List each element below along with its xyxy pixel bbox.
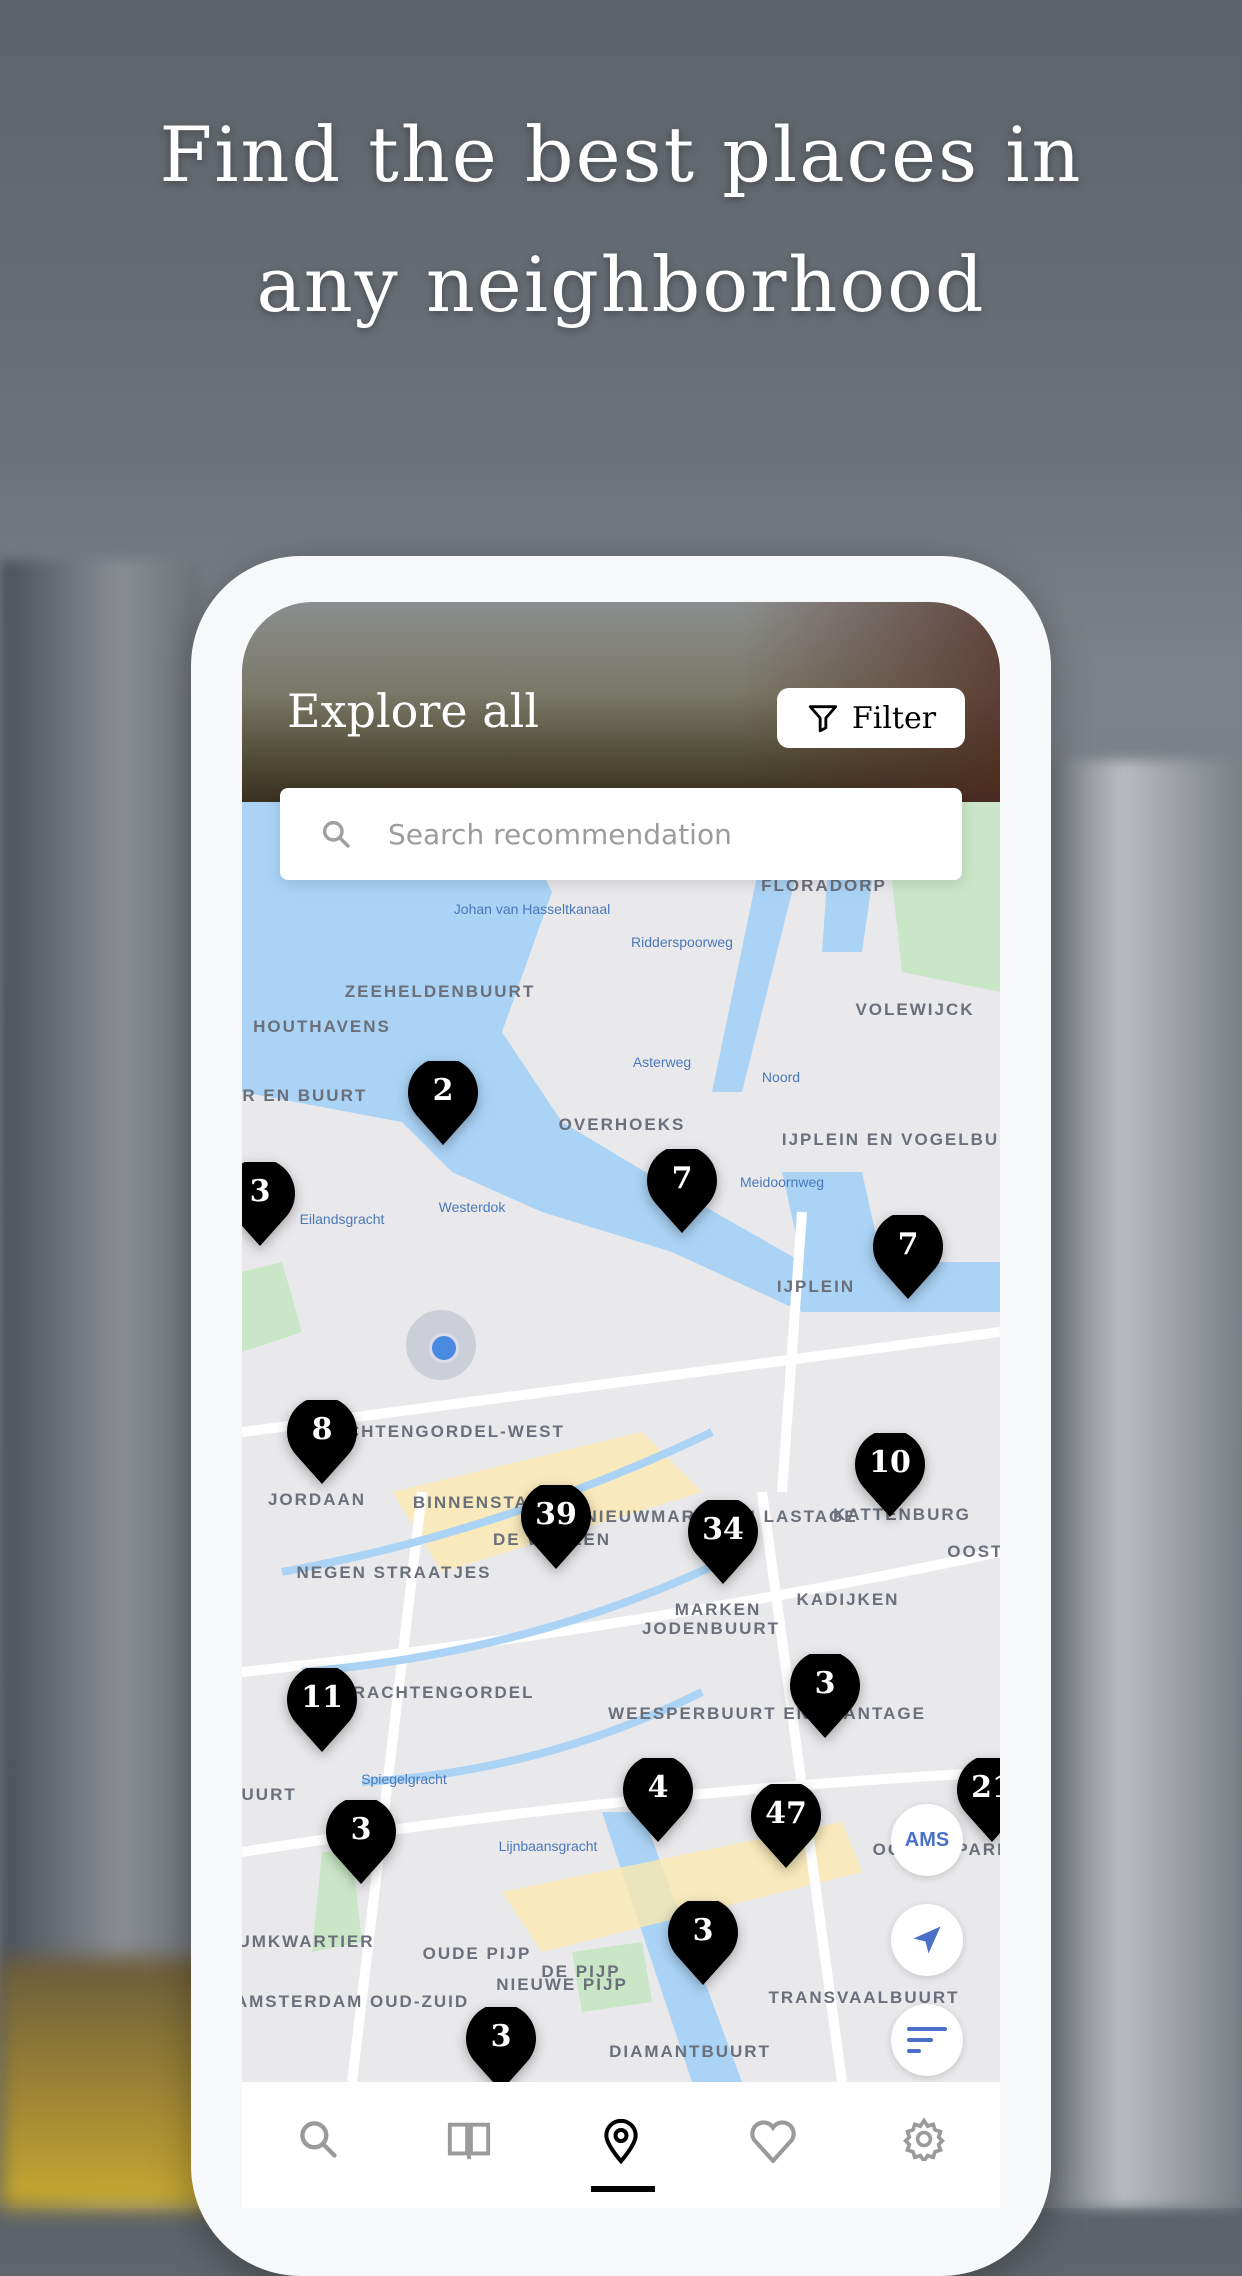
map-cluster-pin[interactable]: 7 <box>647 1149 717 1233</box>
map-label: OOSTE <box>947 1542 1000 1561</box>
pin-count: 8 <box>311 1412 333 1447</box>
search-bar[interactable] <box>280 788 962 880</box>
map-label: Asterweg <box>632 1054 692 1070</box>
pin-count: 34 <box>702 1512 744 1547</box>
pin-count: 47 <box>765 1796 807 1831</box>
nav-guides[interactable] <box>439 2117 499 2177</box>
heart-icon <box>749 2120 796 2163</box>
map-cluster-pin[interactable]: 10 <box>855 1433 925 1517</box>
map-label: Spiegelgracht <box>361 1771 447 1787</box>
map-cluster-pin[interactable]: 39 <box>521 1485 591 1569</box>
gear-icon <box>903 2117 946 2161</box>
nav-map[interactable] <box>591 2117 651 2177</box>
map-label: DIAMANTBUURT <box>609 2042 771 2061</box>
map-label: VOLEWIJCK <box>855 1000 975 1019</box>
map-label: Johan van Hasseltkanaal <box>453 901 611 917</box>
pin-count: 4 <box>647 1770 669 1805</box>
map-label: HOUTHAVENS <box>253 1017 391 1036</box>
sort-icon <box>907 2027 947 2053</box>
map-cluster-pin[interactable]: 3 <box>326 1800 396 1884</box>
map-label: WEESPERBUURT EN PLANTAGE <box>608 1704 926 1723</box>
map-label: NEGEN STRAATJES <box>296 1563 492 1582</box>
map-label: IJPLEIN EN VOGELBUURT <box>781 1130 1000 1149</box>
phone-screen: FLORADORP Johan van Hasseltkanaal ZEEHELDE… <box>242 602 1000 2208</box>
map-label: GRACHTENGORDEL <box>337 1683 535 1702</box>
pin-count: 39 <box>535 1497 577 1532</box>
map-cluster-pin[interactable]: 8 <box>287 1400 357 1484</box>
sort-list-button[interactable] <box>891 2004 963 2076</box>
search-icon <box>322 820 350 848</box>
map-label: ZEEHELDENBUURT <box>344 982 536 1001</box>
pin-count: 21 <box>971 1770 1000 1805</box>
headline: Find the best places in any neighborhood <box>0 90 1242 350</box>
map-label: KADIJKEN <box>796 1590 900 1609</box>
map-label: IJPLEIN <box>776 1277 856 1296</box>
map-label: Lijnbaansgracht <box>498 1838 598 1854</box>
map-label: Ridderspoorweg <box>631 934 733 950</box>
background-building-right <box>1042 760 1242 2208</box>
search-icon <box>300 2121 337 2158</box>
map-label: Noord <box>761 1069 801 1085</box>
pin-count: 7 <box>897 1227 919 1262</box>
map[interactable]: FLORADORP Johan van Hasseltkanaal ZEEHELDE… <box>242 792 1000 2082</box>
city-button[interactable]: AMS <box>891 1804 963 1876</box>
map-cluster-pin[interactable]: 34 <box>688 1500 758 1584</box>
pin-count: 10 <box>869 1445 911 1480</box>
filter-icon <box>808 705 838 733</box>
nav-favorites[interactable] <box>743 2117 803 2177</box>
headline-line-2: any neighborhood <box>256 240 986 329</box>
map-cluster-pin[interactable]: 3 <box>790 1654 860 1738</box>
pin-count: 3 <box>249 1174 271 1209</box>
my-location-button[interactable] <box>891 1904 963 1976</box>
map-label: JODENBUURT <box>641 1619 781 1638</box>
pin-count: 11 <box>301 1680 343 1715</box>
map-cluster-pin[interactable]: 47 <box>751 1784 821 1868</box>
map-cluster-pin[interactable]: 2 <box>408 1061 478 1145</box>
map-label: AMSTERDAM OUD-ZUID <box>242 1992 470 2011</box>
map-cluster-pin[interactable]: 11 <box>287 1668 357 1752</box>
map-pin-icon <box>604 2118 638 2165</box>
pin-count: 3 <box>490 2019 512 2054</box>
page-title: Explore all <box>287 684 540 738</box>
pin-count: 3 <box>814 1666 836 1701</box>
map-cluster-pin[interactable]: 7 <box>873 1215 943 1299</box>
pin-count: 2 <box>432 1073 454 1108</box>
map-label: JORDAAN <box>267 1490 367 1509</box>
map-label: MARKEN <box>674 1600 762 1619</box>
filter-button[interactable]: Filter <box>777 688 965 748</box>
navigation-arrow-icon <box>913 1926 941 1954</box>
nav-settings[interactable] <box>894 2117 954 2177</box>
map-cluster-pin[interactable]: 21 <box>957 1758 1000 1842</box>
map-label: Eilandsgracht <box>299 1211 385 1227</box>
current-location-dot <box>406 1310 476 1380</box>
map-cluster-pin[interactable]: 3 <box>668 1901 738 1985</box>
nav-search[interactable] <box>288 2117 348 2177</box>
map-label: OVERHOEKS <box>558 1115 686 1134</box>
pin-count: 3 <box>350 1812 372 1847</box>
active-tab-indicator <box>591 2186 655 2192</box>
map-cluster-pin[interactable]: 3 <box>242 1162 295 1246</box>
map-cluster-pin[interactable]: 4 <box>623 1758 693 1842</box>
pin-count: 3 <box>692 1913 714 1948</box>
map-label: Meidoornweg <box>739 1174 825 1190</box>
headline-line-1: Find the best places in <box>159 110 1083 199</box>
city-label: AMS <box>904 1828 950 1851</box>
map-label: Westerdok <box>438 1199 506 1215</box>
map-cluster-pin[interactable]: 3 <box>466 2007 536 2082</box>
map-label: UMKWARTIER <box>242 1932 375 1951</box>
book-icon <box>448 2122 491 2160</box>
pin-count: 7 <box>671 1161 693 1196</box>
search-input[interactable] <box>388 817 888 851</box>
map-label: NIEUWE PIJP <box>496 1975 628 1994</box>
map-label: MMER EN BUURT <box>242 1086 368 1105</box>
map-label: BUURT <box>242 1785 297 1804</box>
filter-label: Filter <box>851 700 937 736</box>
map-label: OUDE PIJP <box>422 1944 532 1963</box>
